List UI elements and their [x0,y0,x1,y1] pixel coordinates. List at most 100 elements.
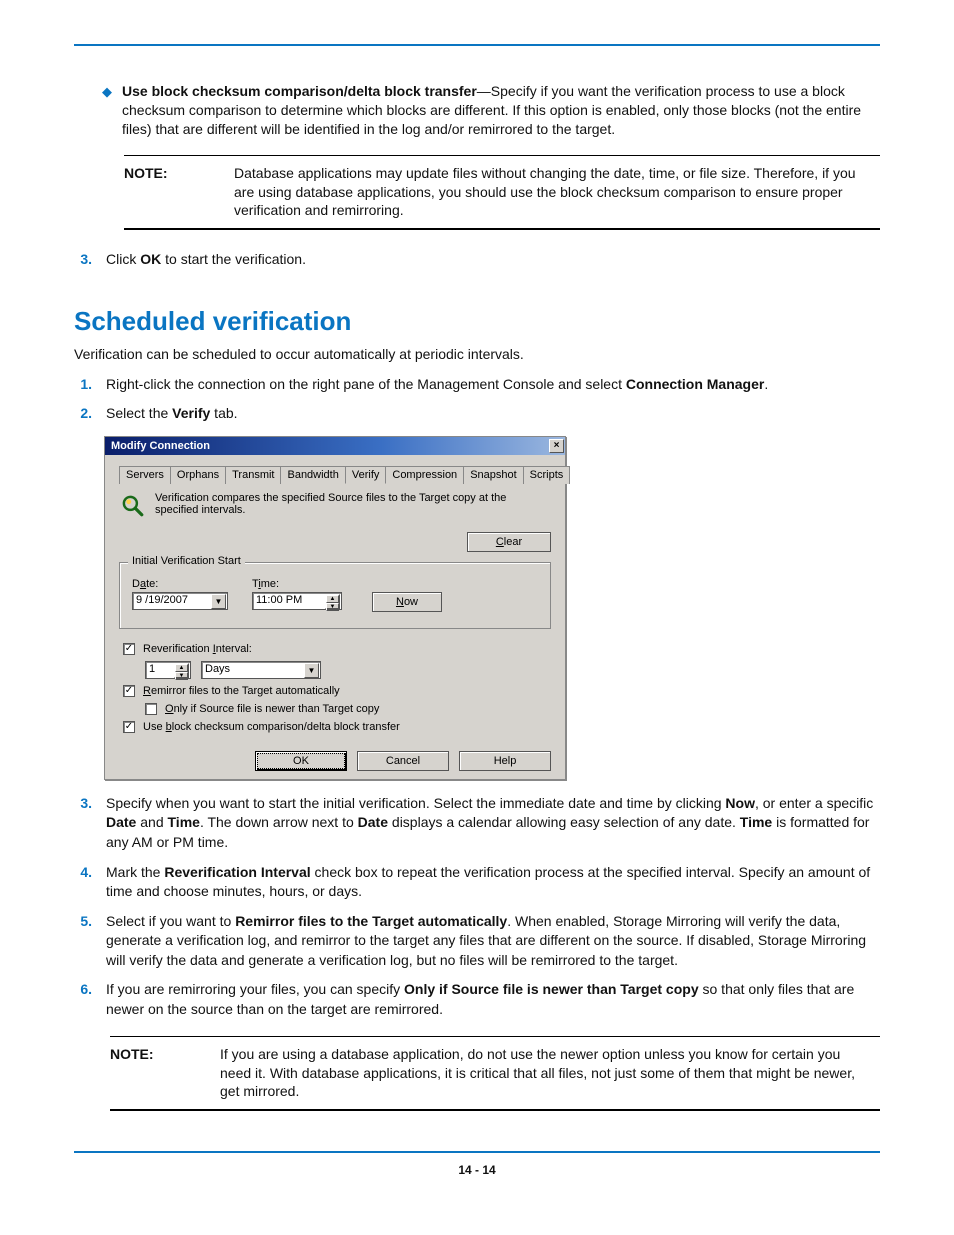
only-newer-checkbox[interactable] [145,703,157,715]
clear-label-rest: lear [504,536,522,548]
bullet-row: ◆ Use block checksum comparison/delta bl… [102,82,880,139]
s3-t3: and [136,814,167,830]
s3-b4: Date [358,814,388,830]
time-value: 11:00 PM [256,594,302,606]
bullet-bold-lead: Use block checksum comparison/delta bloc… [122,83,477,99]
block-checksum-checkbox[interactable]: ✓ [123,721,135,733]
s3-b5: Time [740,814,772,830]
step-5: 5. Select if you want to Remirror files … [74,912,880,971]
s3-t5: displays a calendar allowing easy select… [388,814,740,830]
reverification-value: 1 [149,663,155,675]
s3-t2: , or enter a specific [755,795,873,811]
dialog-tabs: Servers Orphans Transmit Bandwidth Verif… [119,465,551,484]
bullet-block: ◆ Use block checksum comparison/delta bl… [102,82,880,139]
cancel-button[interactable]: Cancel [357,751,449,771]
step-number: 2. [74,404,92,424]
s3-t4: . The down arrow next to [200,814,358,830]
dialog-titlebar[interactable]: Modify Connection × [105,437,565,455]
initial-verification-fieldset: Initial Verification Start Date: 9 /19/2… [119,562,551,629]
s6-bold: Only if Source file is newer than Target… [404,981,699,997]
remirror-label: Remirror files to the Target automatical… [143,685,340,697]
step-number: 3. [74,250,92,270]
only-newer-check-row: Only if Source file is newer than Target… [145,703,551,715]
s2-post: tab. [210,405,237,421]
now-button[interactable]: Now [372,592,442,612]
tab-transmit[interactable]: Transmit [225,466,281,484]
step-number: 1. [74,375,92,395]
note-box-1: NOTE: Database applications may update f… [124,155,880,231]
s1-pre: Right-click the connection on the right … [106,376,626,392]
page-number: 14 - 14 [74,1163,880,1177]
only-newer-label: Only if Source file is newer than Target… [165,703,379,715]
top-step-3: 3. Click OK to start the verification. [74,250,880,270]
unit-dropdown-icon[interactable]: ▼ [304,663,319,678]
note-label: NOTE: [124,164,204,221]
remirror-check-row: ✓ Remirror files to the Target automatic… [123,685,551,697]
step-2: 2. Select the Verify tab. [74,404,880,424]
bullet-text: Use block checksum comparison/delta bloc… [122,82,880,139]
scheduled-steps: 1. Right-click the connection on the rig… [74,375,880,424]
section-heading: Scheduled verification [74,306,880,337]
time-spinner-icon[interactable]: ▲▼ [325,594,340,609]
clear-button-row: Clear [119,532,551,552]
close-icon[interactable]: × [549,439,564,453]
tab-orphans[interactable]: Orphans [170,466,226,484]
step-3: 3. Specify when you want to start the in… [74,794,880,853]
s2-bold: Verify [172,405,210,421]
step-body: Mark the Reverification Interval check b… [106,863,880,902]
step-body: Right-click the connection on the right … [106,375,880,395]
step-6: 6. If you are remirroring your files, yo… [74,980,880,1019]
ok-button[interactable]: OK [255,751,347,771]
date-dropdown-icon[interactable]: ▼ [211,594,226,609]
step-1: 1. Right-click the connection on the rig… [74,375,880,395]
time-label: Time: [252,578,362,590]
bottom-rule [74,1151,880,1153]
date-input[interactable]: 9 /19/2007 ▼ [132,592,228,610]
top-rule [74,44,880,46]
dialog-body: Servers Orphans Transmit Bandwidth Verif… [105,455,565,779]
page-container: ◆ Use block checksum comparison/delta bl… [0,0,954,1235]
s1-bold: Connection Manager [626,376,764,392]
step-body: Specify when you want to start the initi… [106,794,880,853]
fieldset-legend: Initial Verification Start [128,555,245,567]
time-input[interactable]: 11:00 PM ▲▼ [252,592,342,610]
tab-servers[interactable]: Servers [119,466,171,484]
reverification-spinner-icon[interactable]: ▲▼ [174,663,189,678]
dialog-title: Modify Connection [111,440,210,452]
tab-compression[interactable]: Compression [385,466,464,484]
step3-post: to start the verification. [161,251,306,267]
date-col: Date: 9 /19/2007 ▼ [132,578,242,610]
clear-button[interactable]: Clear [467,532,551,552]
s3-b1: Now [725,795,755,811]
s5-pre: Select if you want to [106,913,235,929]
reverification-unit-select[interactable]: Days ▼ [201,661,321,679]
help-button[interactable]: Help [459,751,551,771]
note-box-2: NOTE: If you are using a database applic… [110,1036,880,1112]
tab-snapshot[interactable]: Snapshot [463,466,523,484]
s6-pre: If you are remirroring your files, you c… [106,981,404,997]
diamond-bullet-icon: ◆ [102,83,112,139]
block-checksum-check-row: ✓ Use block checksum comparison/delta bl… [123,721,551,733]
date-time-row: Date: 9 /19/2007 ▼ Time: 11:00 PM ▲▼ [132,577,538,612]
time-col: Time: 11:00 PM ▲▼ [252,578,362,610]
remirror-checkbox[interactable]: ✓ [123,685,135,697]
reverification-unit: Days [205,663,230,675]
reverification-value-input[interactable]: 1 ▲▼ [145,661,191,679]
dialog-description: Verification compares the specified Sour… [155,492,551,518]
tab-scripts[interactable]: Scripts [523,466,571,484]
reverification-checkbox[interactable]: ✓ [123,643,135,655]
s5-bold: Remirror files to the Target automatical… [235,913,507,929]
s1-post: . [764,376,768,392]
spacer [372,577,442,590]
note-body: If you are using a database application,… [220,1045,872,1102]
reverification-value-row: 1 ▲▼ Days ▼ [145,661,551,679]
top-numbered-list: 3. Click OK to start the verification. [74,250,880,270]
reverification-label: Reverification Interval: [143,643,252,655]
tab-verify[interactable]: Verify [345,466,387,484]
date-label: Date: [132,578,242,590]
note-body: Database applications may update files w… [234,164,872,221]
block-checksum-label: Use block checksum comparison/delta bloc… [143,721,400,733]
s2-pre: Select the [106,405,172,421]
step-number: 3. [74,794,92,853]
tab-bandwidth[interactable]: Bandwidth [280,466,345,484]
